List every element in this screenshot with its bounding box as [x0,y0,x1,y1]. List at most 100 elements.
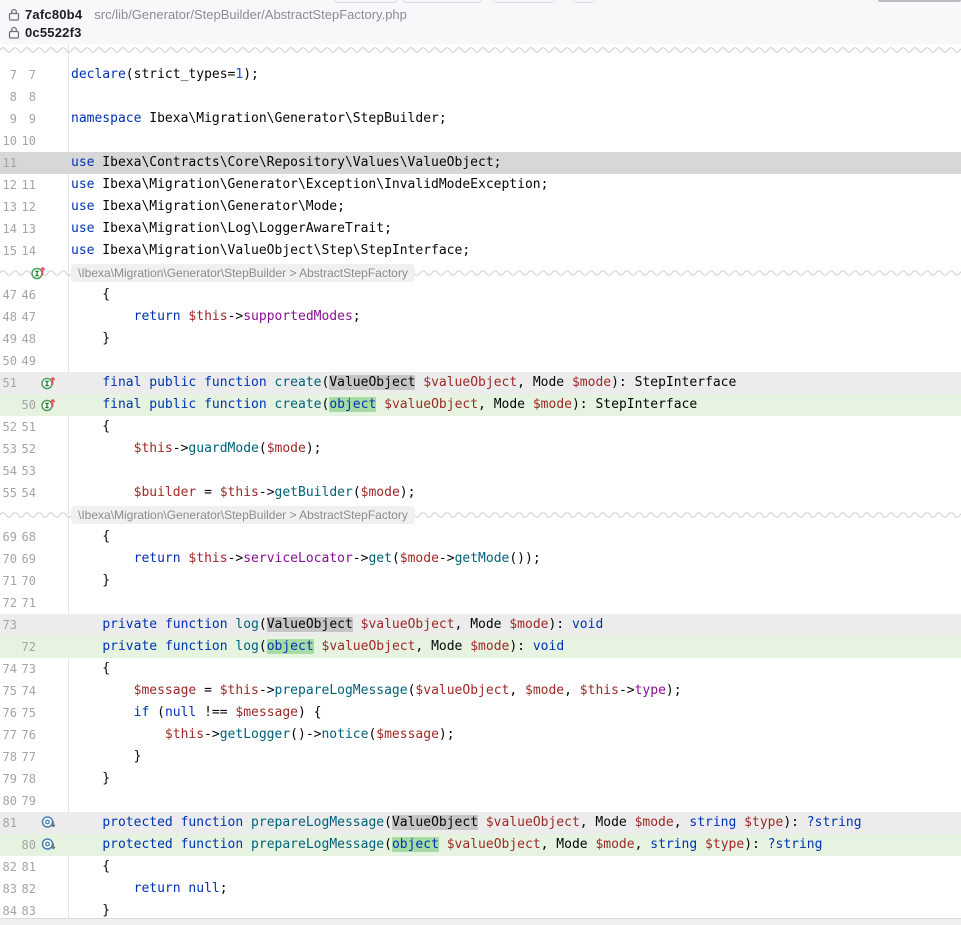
gutter-icon-slot [36,482,58,504]
file-path: src/lib/Generator/StepBuilder/AbstractSt… [94,7,407,22]
code-line[interactable] [68,350,961,372]
gutter: 7271 [0,592,68,614]
implements-method-icon[interactable] [36,394,58,416]
old-line-number: 78 [0,746,17,768]
new-line-number: 13 [17,218,36,240]
code-line[interactable]: namespace Ibexa\Migration\Generator\Step… [68,108,961,130]
overridden-method-icon[interactable] [36,812,58,834]
code-line[interactable]: return $this->serviceLocator->get($mode-… [68,548,961,570]
gutter-icon-slot [36,350,58,372]
diff-row: 1312use Ibexa\Migration\Generator\Mode; [0,196,961,218]
code-line[interactable]: { [68,856,961,878]
gutter-icon-slot [36,152,58,174]
code-line[interactable]: $message = $this->prepareLogMessage($val… [68,680,961,702]
code-line[interactable]: private function log(ValueObject $valueO… [68,614,961,636]
old-line-number: 7 [0,64,17,86]
new-line-number: 47 [17,306,36,328]
code-line[interactable]: use Ibexa\Migration\Generator\Mode; [68,196,961,218]
code-line[interactable]: use Ibexa\Migration\ValueObject\Step\Ste… [68,240,961,262]
code-line[interactable] [68,460,961,482]
old-line-number: 47 [0,284,17,306]
code-line[interactable]: { [68,416,961,438]
new-line-number: 12 [17,196,36,218]
gutter: 7776 [0,724,68,746]
diff-header: 7afc80b4 src/lib/Generator/StepBuilder/A… [0,0,961,44]
gutter-icon-slot [36,130,58,152]
gutter-icon-slot [36,702,58,724]
diff-row: 1010 [0,130,961,152]
new-line-number: 7 [17,64,36,86]
new-line-number: 9 [17,108,36,130]
diff-row: 8079 [0,790,961,812]
code-line[interactable]: { [68,658,961,680]
code-line[interactable] [68,86,961,108]
old-line-number: 70 [0,548,17,570]
code-line[interactable] [68,592,961,614]
code-line[interactable]: use Ibexa\Migration\Log\LoggerAwareTrait… [68,218,961,240]
code-line[interactable]: } [68,746,961,768]
old-line-number: 79 [0,768,17,790]
code-line[interactable]: private function log(object $valueObject… [68,636,961,658]
code-line[interactable]: $this->getLogger()->notice($message); [68,724,961,746]
gutter: 1010 [0,130,68,152]
gutter: 7170 [0,570,68,592]
gutter: 80 [0,834,68,856]
code-line[interactable]: final public function create(object $val… [68,394,961,416]
gutter: 8483 [0,900,68,922]
new-line-number: 75 [17,702,36,724]
new-line-number: 69 [17,548,36,570]
code-line[interactable] [68,790,961,812]
diff-row: 8281 { [0,856,961,878]
code-line[interactable]: declare(strict_types=1); [68,64,961,86]
code-line[interactable]: } [68,768,961,790]
gutter-icon-slot [36,724,58,746]
code-line[interactable]: protected function prepareLogMessage(obj… [68,834,961,856]
gutter-icon-slot [36,416,58,438]
old-line-number: 8 [0,86,17,108]
code-line[interactable]: $builder = $this->getBuilder($mode); [68,482,961,504]
gutter-icon-slot [36,592,58,614]
context-breadcrumb: \Ibexa\Migration\Generator\StepBuilder >… [71,506,415,524]
code-line[interactable]: { [68,526,961,548]
old-commit-hash[interactable]: 7afc80b4 [25,7,82,22]
code-line[interactable]: } [68,900,961,922]
new-commit-hash[interactable]: 0c5522f3 [25,25,82,40]
collapsed-region-separator[interactable]: \Ibexa\Migration\Generator\StepBuilder >… [0,262,961,284]
implements-method-icon[interactable] [36,372,58,394]
new-line-number: 83 [17,900,36,922]
gutter: 77 [0,64,68,86]
code-line[interactable]: if (null !== $message) { [68,702,961,724]
diff-row: 1211use Ibexa\Migration\Generator\Except… [0,174,961,196]
code-line[interactable]: } [68,570,961,592]
new-line-number: 74 [17,680,36,702]
gutter-icon-slot [36,636,58,658]
code-line[interactable]: return null; [68,878,961,900]
collapsed-region-separator[interactable]: \Ibexa\Migration\Generator\StepBuilder >… [0,504,961,526]
code-line[interactable]: { [68,284,961,306]
code-line[interactable]: protected function prepareLogMessage(Val… [68,812,961,834]
old-line-number: 11 [0,152,17,174]
code-line[interactable]: $this->guardMode($mode); [68,438,961,460]
gutter-icon-slot [36,790,58,812]
code-line[interactable]: use Ibexa\Migration\Generator\Exception\… [68,174,961,196]
code-line[interactable] [68,130,961,152]
new-revision-row: 0c5522f3 [0,23,961,41]
context-breadcrumb: \Ibexa\Migration\Generator\StepBuilder >… [71,264,415,282]
old-line-number: 84 [0,900,17,922]
gutter-icon-slot [36,680,58,702]
implements-method-icon[interactable] [30,264,47,281]
code-line[interactable]: } [68,328,961,350]
new-line-number: 14 [17,240,36,262]
new-line-number: 72 [17,636,36,658]
window-control-artifact [493,0,555,3]
overridden-method-icon[interactable] [36,834,58,856]
code-line[interactable]: final public function create(ValueObject… [68,372,961,394]
old-line-number: 71 [0,570,17,592]
new-line-number: 48 [17,328,36,350]
collapsed-region-separator[interactable] [0,44,961,56]
code-line[interactable]: return $this->supportedModes; [68,306,961,328]
gutter: 51 [0,372,68,394]
code-line[interactable]: use Ibexa\Contracts\Core\Repository\Valu… [68,152,961,174]
old-line-number: 80 [0,790,17,812]
diff-row: 7776 $this->getLogger()->notice($message… [0,724,961,746]
